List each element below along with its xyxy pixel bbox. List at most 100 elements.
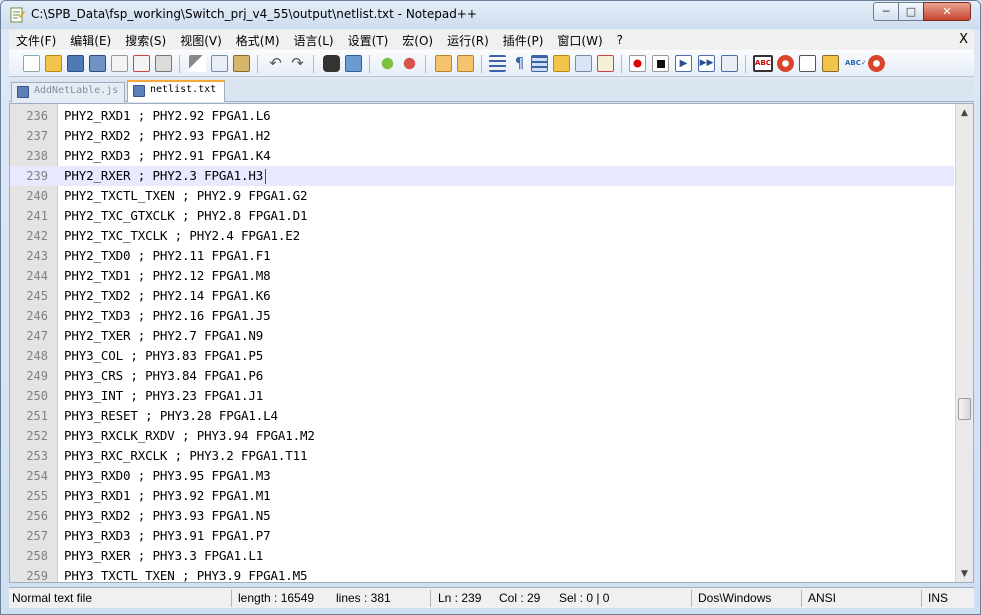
line-text[interactable]: PHY3_TXCTL_TXEN ; PHY3.9 FPGA1.M5 bbox=[64, 566, 308, 582]
folder-as-workspace-icon[interactable] bbox=[553, 55, 570, 72]
editor-line[interactable]: 250 PHY3_INT ; PHY3.23 FPGA1.J1 bbox=[10, 386, 954, 406]
editor-line[interactable]: 239 PHY2_RXER ; PHY2.3 FPGA1.H3 bbox=[10, 166, 954, 186]
editor-line[interactable]: 252 PHY3_RXCLK_RXDV ; PHY3.94 FPGA1.M2 bbox=[10, 426, 954, 446]
editor-line[interactable]: 236 PHY2_RXD1 ; PHY2.92 FPGA1.L6 bbox=[10, 106, 954, 126]
menu-format[interactable]: 格式(M) bbox=[229, 32, 287, 49]
save-icon[interactable] bbox=[67, 55, 84, 72]
line-text[interactable]: PHY3_RXER ; PHY3.3 FPGA1.L1 bbox=[64, 546, 263, 566]
close-document-button[interactable]: X bbox=[959, 32, 968, 47]
cut-icon[interactable] bbox=[189, 55, 206, 72]
save-macro-icon[interactable] bbox=[721, 55, 738, 72]
spell-check-icon[interactable]: ABC bbox=[753, 55, 773, 72]
menu-window[interactable]: 窗口(W) bbox=[550, 32, 609, 49]
line-text[interactable]: PHY2_TXD3 ; PHY2.16 FPGA1.J5 bbox=[64, 306, 271, 326]
menu-plugins[interactable]: 插件(P) bbox=[496, 32, 551, 49]
line-text[interactable]: PHY2_TXCTL_TXEN ; PHY2.9 FPGA1.G2 bbox=[64, 186, 308, 206]
line-text[interactable]: PHY2_TXD2 ; PHY2.14 FPGA1.K6 bbox=[64, 286, 271, 306]
title-bar[interactable]: C:\SPB_Data\fsp_working\Switch_prj_v4_55… bbox=[1, 1, 980, 29]
line-text[interactable]: PHY3_RXC_RXCLK ; PHY3.2 FPGA1.T11 bbox=[64, 446, 308, 466]
maximize-button[interactable]: □ bbox=[898, 2, 924, 21]
scroll-up-arrow-icon[interactable]: ▲ bbox=[956, 104, 973, 121]
editor-line[interactable]: 244 PHY2_TXD1 ; PHY2.12 FPGA1.M8 bbox=[10, 266, 954, 286]
record-macro-icon[interactable] bbox=[629, 55, 646, 72]
zoom-in-icon[interactable] bbox=[379, 55, 396, 72]
editor-line[interactable]: 249 PHY3_CRS ; PHY3.84 FPGA1.P6 bbox=[10, 366, 954, 386]
line-text[interactable]: PHY3_RXD2 ; PHY3.93 FPGA1.N5 bbox=[64, 506, 271, 526]
new-file-icon[interactable] bbox=[23, 55, 40, 72]
text-editor[interactable]: 236 PHY2_RXD1 ; PHY2.92 FPGA1.L6 237 PHY2_R… bbox=[9, 103, 974, 583]
line-text[interactable]: PHY3_RXD0 ; PHY3.95 FPGA1.M3 bbox=[64, 466, 271, 486]
sync-horizontal-icon[interactable] bbox=[457, 55, 474, 72]
tab-netlist[interactable]: netlist.txt bbox=[127, 80, 225, 102]
console-icon[interactable] bbox=[799, 55, 816, 72]
menu-search[interactable]: 搜索(S) bbox=[118, 32, 173, 49]
find-icon[interactable] bbox=[323, 55, 340, 72]
line-text[interactable]: PHY2_TXD1 ; PHY2.12 FPGA1.M8 bbox=[64, 266, 271, 286]
line-text[interactable]: PHY3_INT ; PHY3.23 FPGA1.J1 bbox=[64, 386, 263, 406]
plugin-folder-icon[interactable] bbox=[822, 55, 839, 72]
menu-settings[interactable]: 设置(T) bbox=[341, 32, 396, 49]
line-text[interactable]: PHY2_RXD3 ; PHY2.91 FPGA1.K4 bbox=[64, 146, 271, 166]
menu-edit[interactable]: 编辑(E) bbox=[63, 32, 118, 49]
function-list-icon[interactable] bbox=[597, 55, 614, 72]
zoom-out-icon[interactable] bbox=[401, 55, 418, 72]
indent-guide-icon[interactable] bbox=[531, 55, 548, 72]
undo-icon[interactable]: ↶ bbox=[267, 55, 284, 72]
status-insert-mode[interactable]: INS bbox=[928, 591, 948, 605]
editor-line[interactable]: 253 PHY3_RXC_RXCLK ; PHY3.2 FPGA1.T11 bbox=[10, 446, 954, 466]
save-all-icon[interactable] bbox=[89, 55, 106, 72]
doc-map-icon[interactable] bbox=[575, 55, 592, 72]
editor-line[interactable]: 245 PHY2_TXD2 ; PHY2.14 FPGA1.K6 bbox=[10, 286, 954, 306]
editor-line[interactable]: 248 PHY3_COL ; PHY3.83 FPGA1.P5 bbox=[10, 346, 954, 366]
editor-line[interactable]: 258 PHY3_RXER ; PHY3.3 FPGA1.L1 bbox=[10, 546, 954, 566]
editor-line[interactable]: 243 PHY2_TXD0 ; PHY2.11 FPGA1.F1 bbox=[10, 246, 954, 266]
stop-macro-icon[interactable] bbox=[652, 55, 669, 72]
line-text[interactable]: PHY2_RXD2 ; PHY2.93 FPGA1.H2 bbox=[64, 126, 271, 146]
menu-run[interactable]: 运行(R) bbox=[440, 32, 496, 49]
editor-line[interactable]: 256 PHY3_RXD2 ; PHY3.93 FPGA1.N5 bbox=[10, 506, 954, 526]
status-eol-format[interactable]: Dos\Windows bbox=[698, 591, 771, 605]
replace-icon[interactable] bbox=[345, 55, 362, 72]
paste-icon[interactable] bbox=[233, 55, 250, 72]
plugin-star-icon[interactable] bbox=[777, 55, 794, 72]
editor-line[interactable]: 257 PHY3_RXD3 ; PHY3.91 FPGA1.P7 bbox=[10, 526, 954, 546]
abc-check-icon[interactable]: ABC✓ bbox=[845, 55, 867, 72]
editor-line[interactable]: 240 PHY2_TXCTL_TXEN ; PHY2.9 FPGA1.G2 bbox=[10, 186, 954, 206]
editor-line[interactable]: 259 PHY3_TXCTL_TXEN ; PHY3.9 FPGA1.M5 bbox=[10, 566, 954, 582]
line-text[interactable]: PHY3_CRS ; PHY3.84 FPGA1.P6 bbox=[64, 366, 263, 386]
tab-addnetlable[interactable]: AddNetLable.js bbox=[11, 82, 125, 102]
editor-line[interactable]: 255 PHY3_RXD1 ; PHY3.92 FPGA1.M1 bbox=[10, 486, 954, 506]
word-wrap-icon[interactable] bbox=[489, 55, 506, 72]
print-icon[interactable] bbox=[155, 55, 172, 72]
scroll-down-arrow-icon[interactable]: ▼ bbox=[956, 565, 973, 582]
close-icon[interactable] bbox=[111, 55, 128, 72]
show-all-chars-icon[interactable]: ¶ bbox=[511, 55, 528, 72]
copy-icon[interactable] bbox=[211, 55, 228, 72]
close-window-button[interactable]: ✕ bbox=[923, 2, 971, 21]
line-text[interactable]: PHY3_RXD3 ; PHY3.91 FPGA1.P7 bbox=[64, 526, 271, 546]
editor-line[interactable]: 238 PHY2_RXD3 ; PHY2.91 FPGA1.K4 bbox=[10, 146, 954, 166]
line-text[interactable]: PHY3_RESET ; PHY3.28 FPGA1.L4 bbox=[64, 406, 278, 426]
open-file-icon[interactable] bbox=[45, 55, 62, 72]
editor-line[interactable]: 254 PHY3_RXD0 ; PHY3.95 FPGA1.M3 bbox=[10, 466, 954, 486]
sync-vertical-icon[interactable] bbox=[435, 55, 452, 72]
plugin-star2-icon[interactable] bbox=[868, 55, 885, 72]
line-text[interactable]: PHY2_RXER ; PHY2.3 FPGA1.H3 bbox=[64, 166, 267, 186]
vertical-scrollbar[interactable]: ▲ ▼ bbox=[955, 104, 973, 582]
menu-macro[interactable]: 宏(O) bbox=[395, 32, 440, 49]
editor-line[interactable]: 241 PHY2_TXC_GTXCLK ; PHY2.8 FPGA1.D1 bbox=[10, 206, 954, 226]
menu-language[interactable]: 语言(L) bbox=[287, 32, 341, 49]
line-text[interactable]: PHY2_TXC_GTXCLK ; PHY2.8 FPGA1.D1 bbox=[64, 206, 308, 226]
editor-line[interactable]: 237 PHY2_RXD2 ; PHY2.93 FPGA1.H2 bbox=[10, 126, 954, 146]
line-text[interactable]: PHY3_RXCLK_RXDV ; PHY3.94 FPGA1.M2 bbox=[64, 426, 315, 446]
menu-file[interactable]: 文件(F) bbox=[9, 32, 63, 49]
menu-help[interactable]: ? bbox=[610, 33, 630, 47]
editor-line[interactable]: 242 PHY2_TXC_TXCLK ; PHY2.4 FPGA1.E2 bbox=[10, 226, 954, 246]
redo-icon[interactable]: ↷ bbox=[289, 55, 306, 72]
line-text[interactable]: PHY3_RXD1 ; PHY3.92 FPGA1.M1 bbox=[64, 486, 271, 506]
close-all-icon[interactable] bbox=[133, 55, 150, 72]
line-text[interactable]: PHY2_TXD0 ; PHY2.11 FPGA1.F1 bbox=[64, 246, 271, 266]
line-text[interactable]: PHY2_RXD1 ; PHY2.92 FPGA1.L6 bbox=[64, 106, 271, 126]
status-encoding[interactable]: ANSI bbox=[808, 591, 836, 605]
editor-line[interactable]: 251 PHY3_RESET ; PHY3.28 FPGA1.L4 bbox=[10, 406, 954, 426]
